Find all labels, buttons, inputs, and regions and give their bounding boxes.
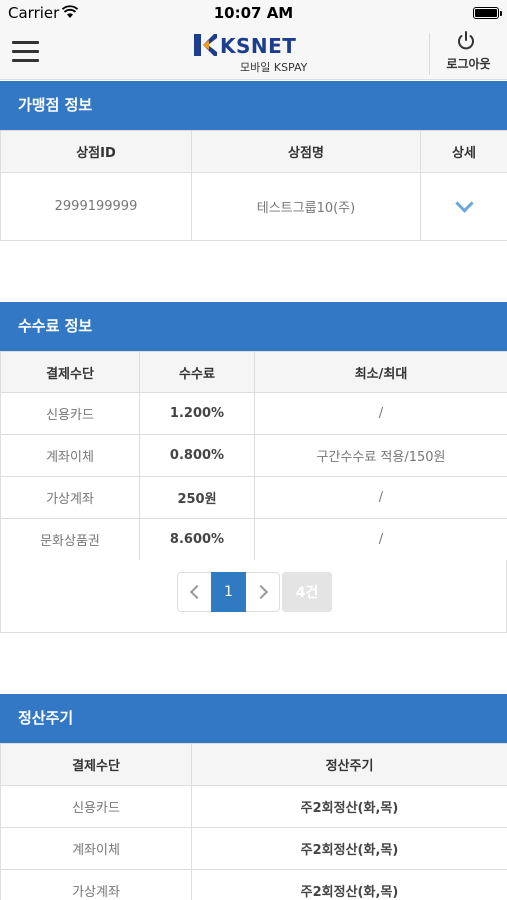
- fee-minmax: 구간수수료 적용/150원: [254, 434, 507, 477]
- fee-minmax: /: [254, 518, 507, 561]
- column-header: 상점ID: [0, 130, 192, 173]
- chevron-right-icon: [253, 584, 268, 600]
- payment-method: 문화상품권: [0, 518, 140, 561]
- status-bar: Carrier 10:07 AM: [0, 0, 507, 27]
- battery-icon: [473, 7, 502, 19]
- payment-method: 계좌이체: [0, 434, 140, 477]
- settlement-cycle: 주2회정산(화,목): [191, 869, 507, 900]
- fee-rate: 250원: [139, 476, 255, 519]
- fee-minmax: /: [254, 476, 507, 519]
- settlement-cycle: 주2회정산(화,목): [191, 785, 507, 828]
- fee-rate: 0.800%: [139, 434, 255, 477]
- column-header: 최소/최대: [254, 351, 507, 393]
- merchant-section-title: 가맹점 정보: [0, 81, 507, 130]
- merchant-name: 테스트그룹10(주): [191, 172, 421, 241]
- payment-method: 가상계좌: [0, 476, 140, 519]
- fee-rate: 1.200%: [139, 392, 255, 435]
- prev-page-button[interactable]: [177, 572, 212, 612]
- logo-text: KSNET: [220, 34, 297, 58]
- table-row: 계좌이체 0.800% 구간수수료 적용/150원: [0, 434, 507, 477]
- settlement-header-row: 결제수단 정산주기: [0, 743, 507, 786]
- logout-label: 로그아웃: [446, 57, 491, 71]
- fee-rate: 8.600%: [139, 518, 255, 561]
- fee-minmax: /: [254, 392, 507, 435]
- column-header: 결제수단: [0, 743, 192, 786]
- page-button-current[interactable]: 1: [211, 572, 246, 612]
- merchant-header-row: 상점ID 상점명 상세: [0, 130, 507, 173]
- table-row: 가상계좌 250원 /: [0, 476, 507, 519]
- table-row: 신용카드 주2회정산(화,목): [0, 785, 507, 828]
- merchant-row: 2999199999 테스트그룹10(주): [0, 172, 507, 241]
- merchant-table: 상점ID 상점명 상세 2999199999 테스트그룹10(주): [0, 130, 507, 241]
- power-icon: [458, 31, 474, 50]
- settlement-cycle: 주2회정산(화,목): [191, 827, 507, 870]
- column-header: 상세: [420, 130, 507, 173]
- fee-section-title: 수수료 정보: [0, 302, 507, 351]
- settlement-table: 결제수단 정산주기 신용카드 주2회정산(화,목) 계좌이체 주2회정산(화,목…: [0, 743, 507, 900]
- ksnet-logo-mark-icon: [194, 34, 217, 56]
- detail-toggle[interactable]: [420, 172, 507, 241]
- table-row: 신용카드 1.200% /: [0, 392, 507, 435]
- menu-icon[interactable]: [12, 41, 39, 63]
- next-page-button[interactable]: [245, 572, 280, 612]
- table-row: 계좌이체 주2회정산(화,목): [0, 827, 507, 870]
- column-header: 정산주기: [191, 743, 507, 786]
- total-count-badge: 4건: [282, 572, 332, 612]
- column-header: 결제수단: [0, 351, 140, 393]
- fee-header-row: 결제수단 수수료 최소/최대: [0, 351, 507, 393]
- logo-subtitle: 모바일 KSPAY: [240, 61, 308, 74]
- settlement-section-title: 정산주기: [0, 694, 507, 743]
- app-header: KSNET 모바일 KSPAY 로그아웃: [0, 27, 507, 80]
- column-header: 상점명: [191, 130, 421, 173]
- column-header: 수수료: [139, 351, 255, 393]
- pagination: 1 4건: [177, 572, 332, 612]
- payment-method: 계좌이체: [0, 827, 192, 870]
- payment-method: 신용카드: [0, 785, 192, 828]
- fee-table: 결제수단 수수료 최소/최대 신용카드 1.200% / 계좌이체 0.800%…: [0, 351, 507, 561]
- payment-method: 가상계좌: [0, 869, 192, 900]
- merchant-id: 2999199999: [0, 172, 192, 241]
- table-row: 가상계좌 주2회정산(화,목): [0, 869, 507, 900]
- pagination-container: 1 4건: [0, 560, 507, 633]
- logout-button[interactable]: 로그아웃: [430, 27, 507, 79]
- ksnet-logo: KSNET 모바일 KSPAY: [190, 31, 320, 75]
- chevron-left-icon: [189, 584, 204, 600]
- clock-time: 10:07 AM: [213, 4, 294, 22]
- table-row: 문화상품권 8.600% /: [0, 518, 507, 561]
- chevron-down-icon: [454, 194, 474, 213]
- payment-method: 신용카드: [0, 392, 140, 435]
